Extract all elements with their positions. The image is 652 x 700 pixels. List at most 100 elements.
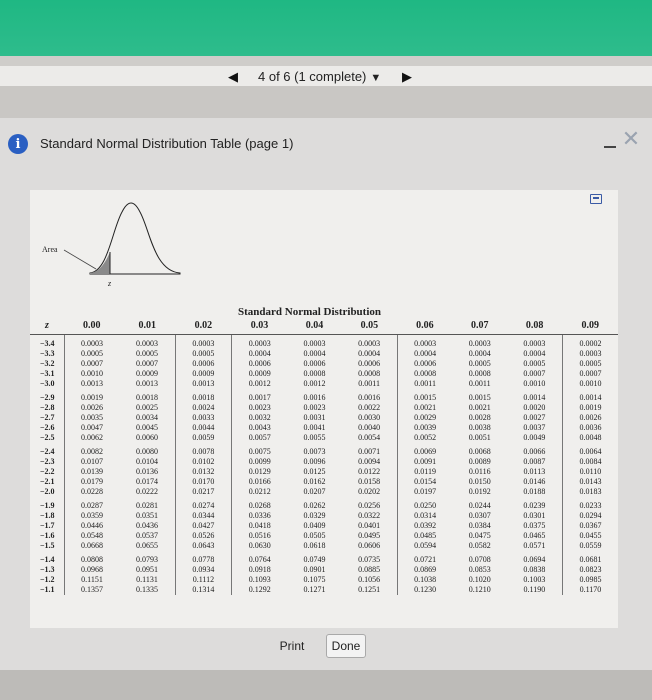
probability-cell: 0.0110 [561, 466, 618, 477]
probability-cell: 0.0548 [63, 530, 120, 541]
probability-cell: 0.0129 [231, 466, 288, 477]
probability-cell: 0.0004 [523, 348, 546, 358]
table-row: −2.8 0.0026 0.0025 0.0024 0.0023 0.0023 0.0022… [30, 402, 618, 413]
probability-cell: 0.0037 [523, 422, 546, 432]
probability-cell: 0.1271 [303, 584, 326, 594]
probability-cell: 0.0102 [174, 456, 232, 467]
probability-cell: 0.1230 [396, 584, 453, 595]
probability-cell: 0.0233 [561, 496, 618, 511]
probability-cell: 0.0080 [136, 446, 159, 456]
table-row: −1.9 0.0287 0.0281 0.0274 0.0268 0.0262 0.0256… [30, 496, 618, 511]
probability-cell: 0.0217 [174, 486, 232, 497]
probability-cell: 0.1112 [174, 574, 232, 585]
probability-cell: 0.0012 [303, 378, 326, 388]
dialog-footer: Print Done [0, 626, 652, 672]
window-icon[interactable] [590, 194, 602, 204]
table-row: −3.0 0.0013 0.0013 0.0013 0.0012 0.0012 0.0011… [30, 378, 618, 389]
probability-cell: 0.0033 [174, 412, 232, 423]
probability-cell: 0.0401 [358, 520, 381, 530]
probability-cell: 0.0049 [523, 432, 546, 442]
probability-cell: 0.0043 [231, 422, 288, 433]
probability-cell: 0.0099 [231, 456, 288, 467]
probability-cell: 0.0064 [561, 442, 618, 457]
probability-cell: 0.0262 [303, 500, 326, 510]
probability-cell: 0.0011 [468, 378, 491, 388]
probability-cell: 0.0004 [358, 348, 381, 358]
probability-cell: 0.0005 [561, 358, 618, 369]
probability-cell: 0.0082 [63, 442, 120, 457]
probability-cell: 0.0951 [136, 564, 159, 574]
normal-curve-illustration: Area z [42, 202, 181, 288]
probability-cell: 0.0207 [303, 486, 326, 496]
probability-cell: 0.0009 [174, 368, 232, 379]
top-banner [0, 0, 652, 56]
probability-cell: 0.0002 [561, 334, 618, 349]
close-icon[interactable]: ✕ [620, 128, 642, 150]
table-row: −1.3 0.0968 0.0951 0.0934 0.0918 0.0901 0.0885… [30, 564, 618, 575]
probability-cell: 0.0008 [303, 368, 326, 378]
table-row: −3.4 0.0003 0.0003 0.0003 0.0003 0.0003 0.0003… [30, 334, 618, 349]
probability-cell: 0.0011 [358, 378, 380, 388]
probability-cell: 0.0026 [63, 402, 120, 413]
probability-cell: 0.0073 [303, 446, 326, 456]
probability-cell: 0.0007 [523, 368, 546, 378]
column-header: 0.03 [231, 320, 288, 335]
z-column-header: z [30, 320, 64, 335]
question-counter-dropdown[interactable]: 4 of 6 (1 complete) ▼ [258, 68, 381, 87]
z-value-cell: −3.1 [40, 368, 55, 378]
done-button[interactable]: Done [326, 634, 366, 658]
normal-curve [89, 202, 181, 275]
probability-cell: 0.0212 [231, 486, 288, 497]
probability-cell: 0.0885 [358, 564, 381, 574]
probability-cell: 0.1075 [303, 574, 326, 584]
probability-cell: 0.0107 [63, 456, 120, 467]
z-value-cell: −1.6 [40, 530, 55, 540]
probability-cell: 0.0222 [136, 486, 159, 496]
area-pointer [63, 249, 97, 270]
probability-cell: 0.0136 [136, 466, 159, 476]
previous-question-button[interactable]: ◀ [222, 68, 244, 86]
probability-cell: 0.0174 [136, 476, 159, 486]
z-value-cell: −3.3 [40, 348, 55, 358]
probability-cell: 0.0446 [63, 520, 120, 531]
table-row: −3.2 0.0007 0.0007 0.0006 0.0006 0.0006 0.0006… [30, 358, 618, 369]
probability-cell: 0.0418 [231, 520, 288, 531]
probability-cell: 0.0158 [358, 476, 381, 486]
table-row: −2.4 0.0082 0.0080 0.0078 0.0075 0.0073 0.0071… [30, 442, 618, 457]
probability-cell: 0.0019 [561, 402, 618, 413]
next-question-button[interactable]: ▶ [396, 68, 418, 86]
probability-cell: 0.0048 [561, 432, 618, 443]
probability-cell: 0.1151 [63, 574, 120, 585]
probability-cell: 0.0455 [561, 530, 618, 541]
probability-cell: 0.0359 [63, 510, 120, 521]
probability-cell: 0.0526 [174, 530, 232, 541]
probability-cell: 0.0016 [303, 392, 326, 402]
probability-cell: 0.0668 [63, 540, 120, 551]
probability-cell: 0.0013 [63, 378, 120, 389]
probability-cell: 0.0465 [523, 530, 546, 540]
probability-cell: 0.0143 [561, 476, 618, 487]
table-row: −2.3 0.0107 0.0104 0.0102 0.0099 0.0096 0.0094… [30, 456, 618, 467]
z-value-cell: −2.9 [40, 392, 55, 402]
probability-cell: 0.0793 [136, 554, 159, 564]
probability-cell: 0.0007 [136, 358, 159, 368]
z-value-cell: −2.8 [40, 402, 55, 412]
print-button[interactable]: Print [270, 634, 314, 658]
probability-cell: 0.0735 [358, 554, 381, 564]
probability-cell: 0.0495 [358, 530, 381, 540]
probability-cell: 0.0968 [63, 564, 120, 575]
probability-cell: 0.0016 [358, 392, 381, 402]
probability-cell: 0.0003 [468, 338, 491, 348]
column-header: 0.07 [452, 320, 507, 335]
probability-cell: 0.0035 [63, 412, 120, 423]
z-value-cell: −1.3 [40, 564, 55, 574]
probability-cell: 0.0023 [303, 402, 326, 412]
table-title: Standard Normal Distribution [238, 306, 382, 318]
minimize-icon[interactable] [604, 146, 616, 148]
probability-cell: 0.0132 [174, 466, 232, 477]
bottom-strip [0, 670, 652, 700]
probability-cell: 0.0934 [174, 564, 232, 575]
probability-cell: 0.0116 [468, 466, 491, 476]
probability-cell: 0.0154 [396, 476, 453, 487]
probability-cell: 0.0029 [396, 412, 453, 423]
